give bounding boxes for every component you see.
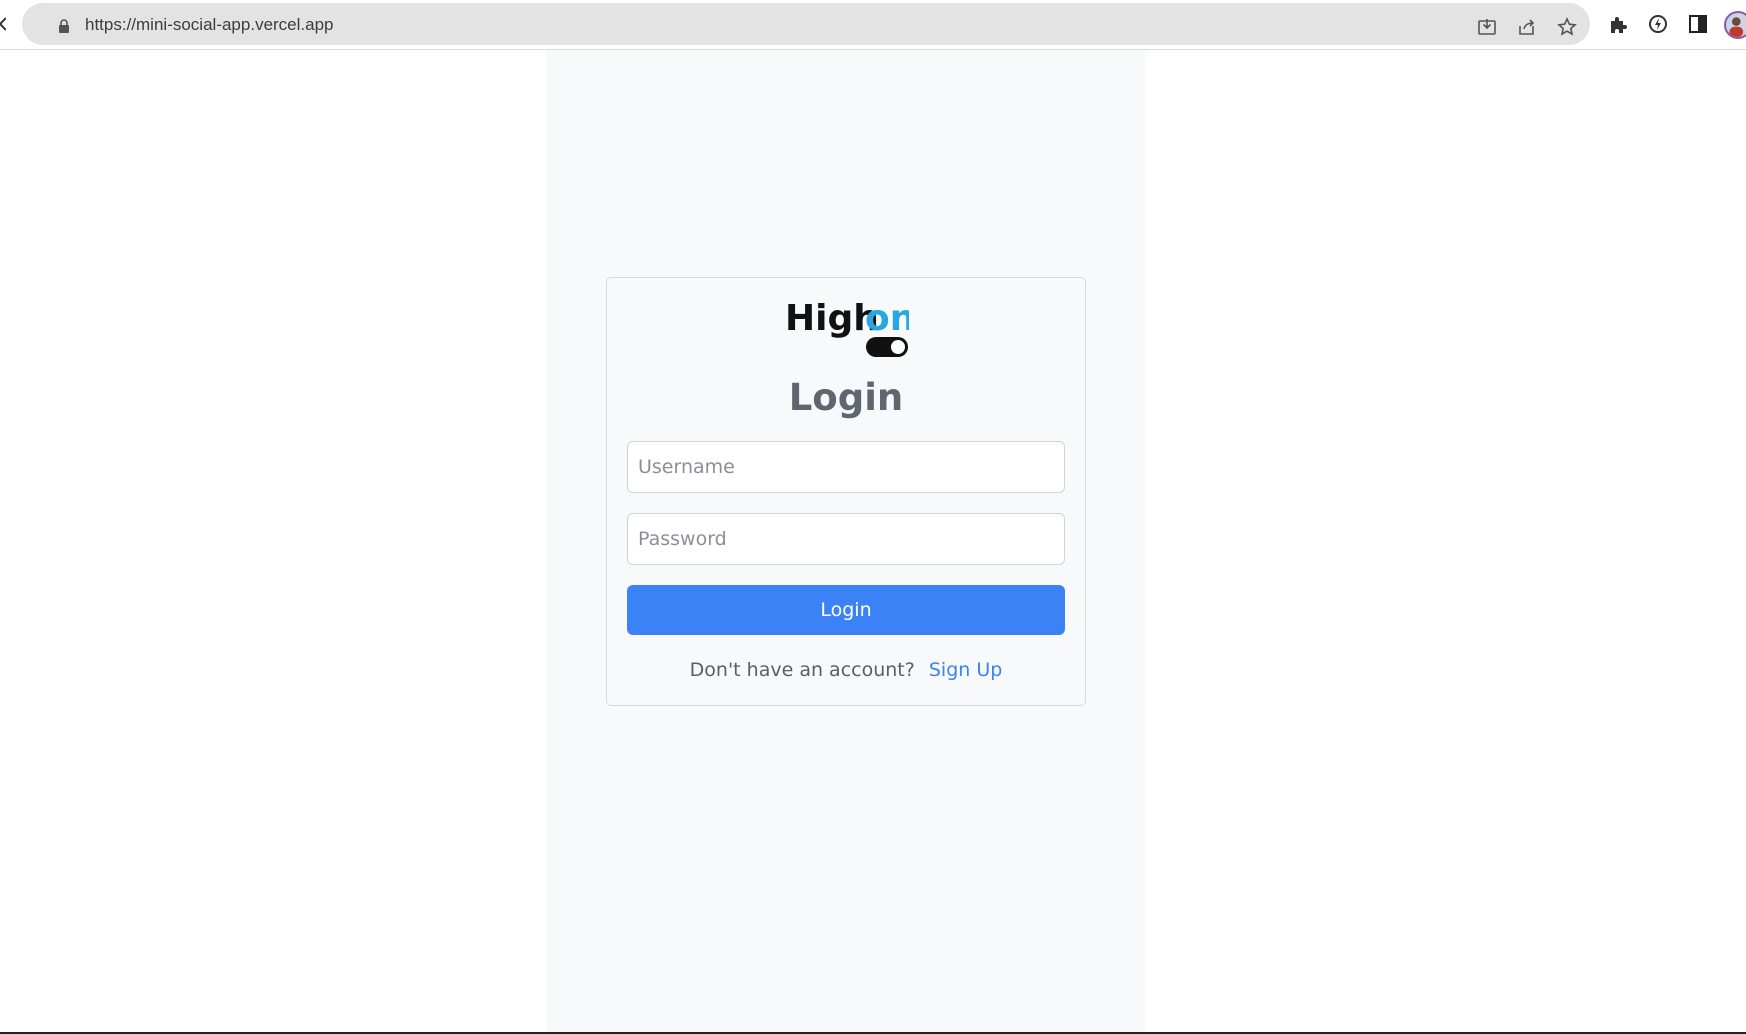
login-button[interactable]: Login (627, 585, 1065, 635)
url-text[interactable]: https://mini-social-app.vercel.app (85, 15, 334, 35)
signup-link[interactable]: Sign Up (929, 659, 1002, 681)
share-icon[interactable] (1516, 16, 1538, 38)
extensions-puzzle-icon[interactable] (1606, 12, 1630, 36)
signup-prompt-row: Don't have an account? Sign Up (607, 659, 1085, 681)
lock-icon (59, 19, 69, 33)
profile-avatar[interactable] (1724, 11, 1746, 39)
bookmark-star-icon[interactable] (1556, 16, 1578, 38)
side-panel-icon[interactable] (1686, 12, 1710, 36)
extension-bolt-icon[interactable] (1646, 12, 1670, 36)
avatar-image (1729, 17, 1744, 37)
highon-logo: High on (785, 298, 909, 357)
address-bar[interactable]: https://mini-social-app.vercel.app (22, 3, 1590, 45)
login-card: High on Login Login Don't have an accoun… (606, 277, 1086, 706)
signup-prompt-text: Don't have an account? (689, 659, 915, 681)
username-input[interactable] (627, 441, 1065, 493)
logo-text-on: on (865, 298, 909, 339)
back-arrow-icon[interactable] (0, 14, 6, 34)
browser-toolbar: https://mini-social-app.vercel.app (0, 0, 1746, 50)
password-input[interactable] (627, 513, 1065, 565)
install-app-icon[interactable] (1476, 16, 1498, 38)
page-title: Login (788, 376, 904, 419)
